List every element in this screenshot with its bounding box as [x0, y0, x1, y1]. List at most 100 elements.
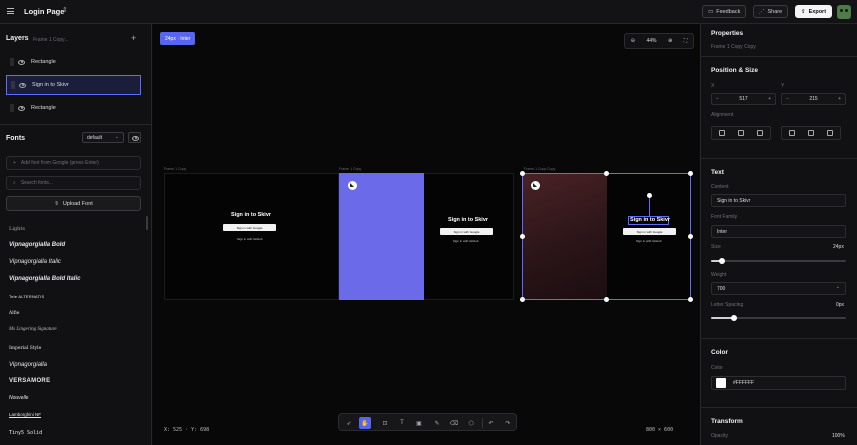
mock-github-text: Sign in with GitHub [237, 237, 263, 241]
eye-icon[interactable] [19, 82, 26, 88]
eraser-tool-icon[interactable]: ⌫ [448, 417, 460, 429]
zoom-in-icon[interactable]: ⊕ [668, 38, 672, 44]
align-left-icon[interactable] [718, 130, 725, 136]
layer-item[interactable]: Rectangle [6, 98, 141, 118]
add-google-font-input[interactable]: + Add font from Google (press Enter) [6, 156, 141, 170]
eye-icon[interactable] [18, 105, 25, 111]
sidebar-toggle-icon[interactable] [7, 8, 14, 14]
y-label: Y [781, 83, 785, 89]
add-font-placeholder: Add font from Google (press Enter) [20, 160, 99, 166]
undo-icon[interactable]: ↶ [485, 417, 497, 429]
increment-icon[interactable]: + [838, 96, 841, 102]
divider [700, 338, 857, 339]
font-list-item[interactable]: Tiny5 Solid [9, 430, 42, 436]
x-value[interactable]: 517 [712, 96, 775, 102]
add-layer-icon[interactable]: + [131, 33, 136, 43]
color-input[interactable]: #FFFFFF [711, 376, 846, 390]
frame-tool-icon[interactable]: ⊡ [379, 417, 391, 429]
align-right-icon[interactable] [757, 130, 764, 136]
font-list-item[interactable]: Tele ALTERNATIS [9, 294, 44, 299]
avatar[interactable] [837, 5, 851, 19]
shapes-tool-icon[interactable]: ⬡ [465, 417, 477, 429]
slider-knob[interactable] [730, 315, 737, 321]
weight-label: Weight [711, 272, 727, 278]
export-icon: ⇪ [801, 8, 806, 15]
resize-handle[interactable] [604, 297, 609, 302]
canvas-size-readout: 800 × 600 [646, 427, 674, 433]
color-swatch[interactable] [716, 378, 726, 388]
letter-spacing-label: Letter Spacing [711, 302, 744, 308]
eye-icon[interactable] [18, 59, 25, 65]
x-stepper[interactable]: − 517 + [711, 93, 776, 105]
resize-handle[interactable] [520, 171, 525, 176]
resize-handle[interactable] [688, 297, 693, 302]
drag-handle-icon[interactable] [11, 81, 15, 89]
drag-handle-icon[interactable] [10, 104, 14, 112]
font-source-select[interactable]: default ⌄ [82, 132, 124, 143]
align-bottom-icon[interactable] [827, 130, 834, 136]
align-middle-icon[interactable] [807, 130, 814, 136]
font-list-item[interactable]: Vipnagorgialla Bold Italic [9, 276, 80, 282]
font-list-item[interactable]: Vipnagorgialla Bold [9, 242, 65, 248]
position-size-title: Position & Size [711, 67, 758, 74]
pen-tool-icon[interactable]: ✎ [431, 417, 443, 429]
image-tool-icon[interactable]: ▣ [413, 417, 425, 429]
preview-toggle-button[interactable] [128, 132, 141, 143]
size-slider[interactable] [711, 258, 846, 264]
top-bar: Login Page ⇕ ▭ Feedback ⋰ Share ⇪ Export [0, 0, 857, 24]
layer-label: Sign in to Skivr [32, 82, 69, 88]
tool-bar: ➶ ✋ ⊡ T ▣ ✎ ⌫ ⬡ ↶ ↷ [338, 413, 517, 431]
layer-item-selected[interactable]: Sign in to Skivr [6, 75, 141, 95]
project-title[interactable]: Login Page [24, 7, 64, 16]
feedback-button[interactable]: ▭ Feedback [702, 5, 747, 18]
chevron-down-icon: ⌄ [835, 284, 840, 290]
rectangle-shape[interactable] [339, 173, 424, 300]
align-top-icon[interactable] [788, 130, 795, 136]
zoom-level: 44% [646, 38, 657, 44]
select-tool-icon[interactable]: ➶ [343, 417, 355, 429]
y-value[interactable]: 215 [782, 96, 845, 102]
slider-knob[interactable] [718, 258, 725, 264]
search-fonts-input[interactable]: ⌕ Search fonts... [6, 176, 141, 190]
scrollbar[interactable] [146, 216, 148, 230]
zoom-out-icon[interactable]: ⊖ [631, 38, 635, 44]
export-button[interactable]: ⇪ Export [795, 5, 833, 18]
font-list-item[interactable]: Ms Lingering Signature [9, 327, 57, 332]
mock-github-text: Sign in with GitHub [453, 239, 479, 243]
font-list-item[interactable]: VERSAMORE [9, 378, 50, 384]
increment-icon[interactable]: + [768, 96, 771, 102]
resize-handle[interactable] [688, 171, 693, 176]
redo-icon[interactable]: ↷ [502, 417, 514, 429]
font-list-item[interactable]: Alfie [9, 311, 19, 316]
align-center-icon[interactable] [737, 130, 744, 136]
font-list-item[interactable]: Nouvelle [9, 395, 28, 401]
fullscreen-icon[interactable]: ⛶ [684, 38, 688, 44]
resize-handle[interactable] [520, 234, 525, 239]
font-list-item[interactable]: Vipnagorgialla [9, 362, 47, 368]
font-list-item[interactable]: Lights [9, 226, 25, 232]
font-list-item[interactable]: Imperial Style [9, 346, 41, 351]
mock-heading: Sign in to Skivr [231, 212, 272, 218]
text-tool-icon[interactable]: T [396, 417, 408, 429]
chevron-updown-icon[interactable]: ⇕ [62, 6, 68, 14]
weight-select[interactable]: 700 ⌄ [711, 282, 846, 295]
y-stepper[interactable]: − 215 + [781, 93, 846, 105]
hand-tool-icon[interactable]: ✋ [359, 417, 371, 429]
font-family-input[interactable]: Inter [711, 225, 846, 238]
drag-handle-icon[interactable] [10, 58, 14, 66]
layer-item[interactable]: Rectangle [6, 52, 141, 72]
resize-handle[interactable] [688, 234, 693, 239]
selection-box[interactable] [522, 173, 691, 300]
logo-icon [348, 181, 357, 190]
font-list-item[interactable]: Lamborghini NF [9, 412, 41, 417]
vertical-align-group [781, 126, 841, 140]
share-label: Share [767, 8, 783, 15]
resize-handle[interactable] [520, 297, 525, 302]
upload-font-button[interactable]: ⇧ Upload Font [6, 196, 141, 211]
letter-spacing-slider[interactable] [711, 315, 846, 321]
share-button[interactable]: ⋰ Share [753, 5, 789, 18]
resize-handle[interactable] [604, 171, 609, 176]
font-list-item[interactable]: Vipnagorgialla Italic [9, 259, 61, 265]
frame-label: Frame 1 Copy [339, 167, 362, 171]
content-input[interactable]: Sign in to Skivr [711, 194, 846, 207]
